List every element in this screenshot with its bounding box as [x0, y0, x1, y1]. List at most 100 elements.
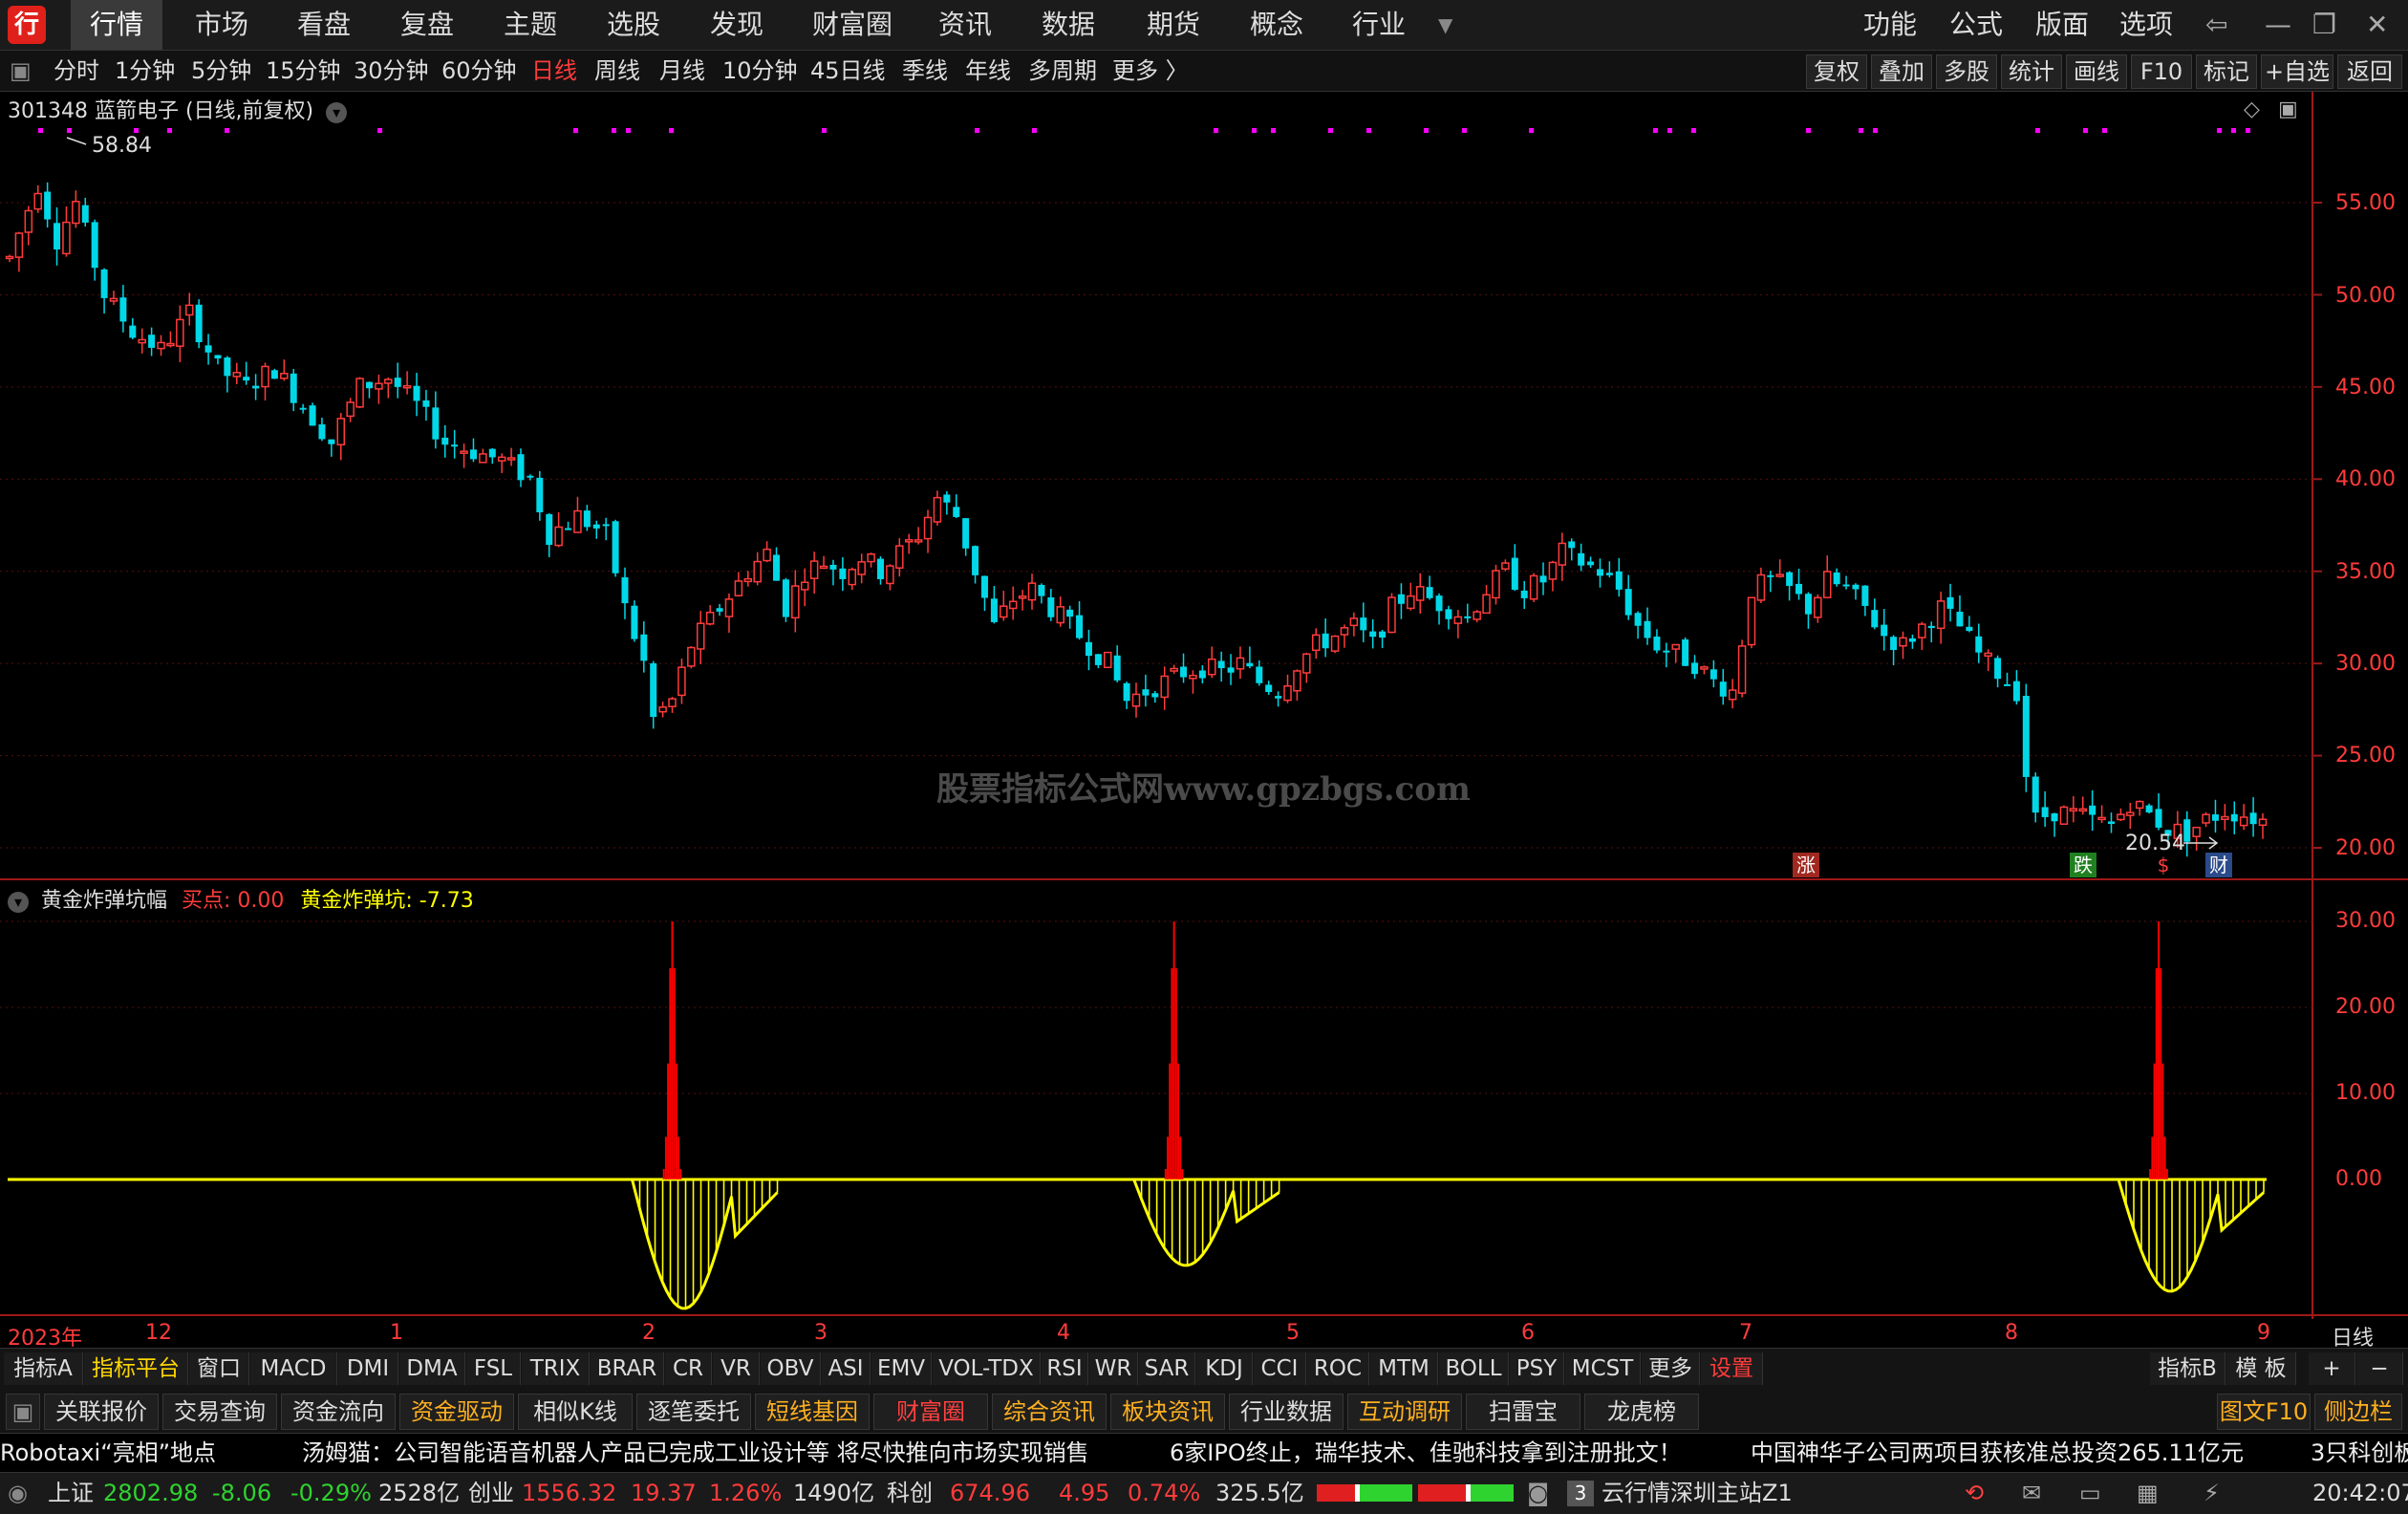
- minimize-icon[interactable]: —: [2265, 0, 2291, 50]
- tab-settings[interactable]: 设置: [1701, 1352, 1763, 1385]
- period-weekly[interactable]: 周线: [594, 51, 640, 91]
- similar-kline-button[interactable]: 相似K线: [518, 1394, 633, 1430]
- limit-up-marker[interactable]: 涨: [1793, 853, 1819, 877]
- remove-panel-button[interactable]: −: [2356, 1352, 2403, 1385]
- menu-item-industry[interactable]: 行业: [1352, 0, 1406, 50]
- panel-icon[interactable]: ▣: [2278, 97, 2298, 121]
- indicator-name[interactable]: 黄金炸弹坑幅: [41, 889, 167, 913]
- draw-line-button[interactable]: 画线: [2066, 54, 2127, 89]
- tab-kdj[interactable]: KDJ: [1196, 1352, 1253, 1385]
- menu-item-replay[interactable]: 复盘: [400, 0, 454, 50]
- general-news-button[interactable]: 综合资讯: [992, 1394, 1107, 1430]
- tab-psy[interactable]: PSY: [1510, 1352, 1564, 1385]
- menu-function[interactable]: 功能: [1863, 0, 1917, 50]
- panel-toggle-icon[interactable]: ▣: [6, 1394, 40, 1430]
- tab-vr[interactable]: VR: [713, 1352, 760, 1385]
- period-monthly[interactable]: 月线: [659, 51, 705, 91]
- short-gene-button[interactable]: 短线基因: [755, 1394, 870, 1430]
- app-logo-icon[interactable]: 行: [8, 6, 46, 44]
- tab-cr[interactable]: CR: [665, 1352, 712, 1385]
- camera-icon[interactable]: ◙: [1527, 1473, 1549, 1514]
- tab-asi[interactable]: ASI: [822, 1352, 871, 1385]
- fund-drive-button[interactable]: 资金驱动: [399, 1394, 514, 1430]
- restore-icon[interactable]: ❐: [2312, 0, 2336, 50]
- mail-icon[interactable]: ✉: [2022, 1473, 2041, 1514]
- period-timeshare[interactable]: 分时: [54, 51, 99, 91]
- menu-item-watch[interactable]: 看盘: [297, 0, 351, 50]
- mark-button[interactable]: 标记: [2196, 54, 2257, 89]
- period-10min[interactable]: 10分钟: [722, 51, 798, 91]
- menu-item-market[interactable]: 市场: [195, 0, 248, 50]
- tab-wr[interactable]: WR: [1089, 1352, 1138, 1385]
- tab-vol-tdx[interactable]: VOL-TDX: [933, 1352, 1041, 1385]
- menu-item-wealth-circle[interactable]: 财富圈: [812, 0, 892, 50]
- tab-emv[interactable]: EMV: [871, 1352, 932, 1385]
- period-5min[interactable]: 5分钟: [191, 51, 251, 91]
- back-arrow-icon[interactable]: ⇦: [2205, 0, 2227, 50]
- period-yearly[interactable]: 年线: [965, 51, 1011, 91]
- menu-item-data[interactable]: 数据: [1042, 0, 1095, 50]
- news-item[interactable]: 6家IPO终止，瑞华技术、佳驰科技拿到注册批文！: [1170, 1434, 1682, 1472]
- finance-marker[interactable]: 财: [2205, 853, 2232, 877]
- overlay-button[interactable]: 叠加: [1871, 54, 1932, 89]
- diamond-icon[interactable]: ◇: [2244, 97, 2260, 121]
- tab-more[interactable]: 更多: [1642, 1352, 1700, 1385]
- kc-index-name[interactable]: 科创: [887, 1473, 933, 1514]
- return-button[interactable]: 返回: [2337, 54, 2402, 89]
- multi-stock-button[interactable]: 多股: [1936, 54, 1997, 89]
- chevron-down-icon[interactable]: ▾: [326, 102, 348, 123]
- adjust-button[interactable]: 复权: [1806, 54, 1867, 89]
- server-name[interactable]: 云行情深圳主站Z1: [1602, 1473, 1793, 1514]
- settings-icon[interactable]: ◉: [8, 1473, 28, 1514]
- menu-item-quotes[interactable]: 行情: [71, 0, 163, 50]
- tab-indicator-a[interactable]: 指标A: [4, 1352, 83, 1385]
- statistics-button[interactable]: 统计: [2001, 54, 2062, 89]
- panel-toggle-icon[interactable]: ▣: [10, 51, 32, 91]
- risk-scan-button[interactable]: 扫雷宝: [1466, 1394, 1580, 1430]
- refresh-icon[interactable]: ⟲: [1965, 1473, 1984, 1514]
- menu-item-news[interactable]: 资讯: [938, 0, 992, 50]
- period-60min[interactable]: 60分钟: [441, 51, 517, 91]
- trade-query-button[interactable]: 交易查询: [162, 1394, 277, 1430]
- tab-mtm[interactable]: MTM: [1370, 1352, 1438, 1385]
- related-quotes-button[interactable]: 关联报价: [44, 1394, 159, 1430]
- period-multi[interactable]: 多周期: [1028, 51, 1097, 91]
- period-45day[interactable]: 45日线: [810, 51, 886, 91]
- menu-options[interactable]: 选项: [2119, 0, 2173, 50]
- tab-trix[interactable]: TRIX: [522, 1352, 590, 1385]
- fund-flow-button[interactable]: 资金流向: [281, 1394, 396, 1430]
- interactive-research-button[interactable]: 互动调研: [1347, 1394, 1462, 1430]
- limit-down-marker[interactable]: 跌: [2070, 853, 2096, 877]
- period-quarterly[interactable]: 季线: [902, 51, 948, 91]
- tab-obv[interactable]: OBV: [761, 1352, 821, 1385]
- tab-rsi[interactable]: RSI: [1042, 1352, 1088, 1385]
- chevron-down-icon[interactable]: ▼: [1438, 0, 1452, 50]
- tab-mcst[interactable]: MCST: [1565, 1352, 1641, 1385]
- period-daily[interactable]: 日线: [531, 51, 577, 91]
- tab-boll[interactable]: BOLL: [1439, 1352, 1509, 1385]
- menu-formula[interactable]: 公式: [1949, 0, 2003, 50]
- period-15min[interactable]: 15分钟: [266, 51, 341, 91]
- sidebar-button[interactable]: 侧边栏: [2314, 1394, 2402, 1430]
- f10-button[interactable]: F10: [2131, 54, 2192, 89]
- menu-item-concept[interactable]: 概念: [1250, 0, 1303, 50]
- chat-icon[interactable]: ▭: [2079, 1473, 2101, 1514]
- kline-chart[interactable]: [0, 92, 2408, 1348]
- industry-data-button[interactable]: 行业数据: [1229, 1394, 1344, 1430]
- add-panel-button[interactable]: +: [2309, 1352, 2355, 1385]
- dividend-marker[interactable]: $: [2150, 853, 2177, 877]
- tab-dmi[interactable]: DMI: [338, 1352, 398, 1385]
- period-more[interactable]: 更多 〉: [1112, 51, 1189, 91]
- tab-indicator-platform[interactable]: 指标平台: [84, 1352, 188, 1385]
- tab-dma[interactable]: DMA: [399, 1352, 465, 1385]
- menu-item-theme[interactable]: 主题: [504, 0, 557, 50]
- add-watchlist-button[interactable]: +自选: [2261, 54, 2333, 89]
- menu-layout[interactable]: 版面: [2035, 0, 2089, 50]
- tab-indicator-b[interactable]: 指标B: [2150, 1352, 2225, 1385]
- tab-macd[interactable]: MACD: [250, 1352, 337, 1385]
- news-item[interactable]: 中国神华子公司两项目获核准总投资265.11亿元: [1751, 1434, 2244, 1472]
- sh-index-name[interactable]: 上证: [48, 1473, 94, 1514]
- grid-icon[interactable]: ▦: [2137, 1473, 2159, 1514]
- speed-icon[interactable]: ⚡: [2204, 1473, 2220, 1514]
- chevron-down-icon[interactable]: ▾: [8, 892, 29, 913]
